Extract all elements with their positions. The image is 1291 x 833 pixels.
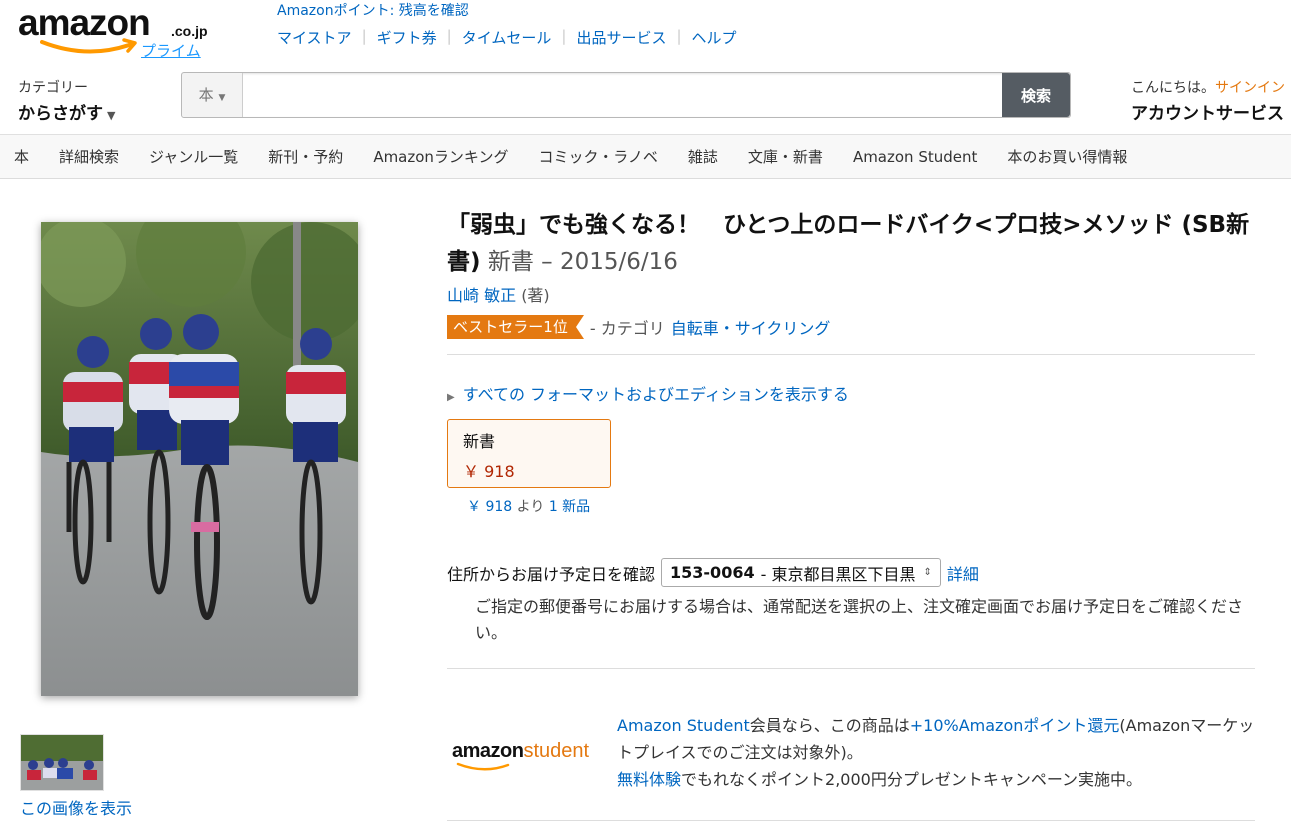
cyclists-photo: [41, 222, 358, 696]
section-divider: [447, 820, 1255, 821]
author-role: (著): [521, 286, 550, 305]
nav-link-my-store[interactable]: マイストア: [277, 27, 352, 48]
subnav-item-amazon-student[interactable]: Amazon Student: [853, 148, 977, 166]
postal-code-select[interactable]: 153-0064 - 東京都目黒区下目黒 ⇕: [661, 558, 941, 587]
triangle-right-icon: ▶: [447, 392, 455, 403]
student-logo-amazon: amazon: [452, 740, 524, 762]
subnav-item-deals[interactable]: 本のお買い得情報: [1007, 146, 1127, 167]
bestseller-category-link[interactable]: 自転車・サイクリング: [671, 315, 831, 339]
category-subnav: 本 詳細検索 ジャンル一覧 新刊・予約 Amazonランキング コミック・ラノベ…: [0, 134, 1291, 179]
subnav-item-paperbacks[interactable]: 文庫・新書: [748, 146, 823, 167]
search-button[interactable]: 検索: [1002, 73, 1070, 117]
header-nav: マイストア | ギフト券 | タイムセール | 出品サービス | ヘルプ: [277, 27, 737, 48]
category-value-text: からさがす: [18, 104, 103, 124]
subnav-item-advanced-search[interactable]: 詳細検索: [59, 146, 119, 167]
delivery-label: 住所からお届け予定日を確認: [447, 564, 656, 584]
format-option-selected[interactable]: 新書 ￥ 918: [447, 419, 611, 488]
prime-link[interactable]: プライム: [141, 40, 201, 61]
nav-link-seller-services[interactable]: 出品サービス: [576, 27, 666, 48]
greeting: こんにちは。サインイン: [1131, 77, 1285, 97]
category-prefix: - カテゴリ: [589, 319, 665, 338]
amazon-student-promo: Amazon Student会員なら、この商品は+10%Amazonポイント還元…: [617, 712, 1265, 793]
search-scope-label: 本: [198, 86, 214, 104]
author-link[interactable]: 山崎 敏正: [447, 286, 516, 305]
free-trial-link[interactable]: 無料体験: [617, 770, 681, 789]
format-option-name: 新書: [463, 432, 496, 451]
account-menu[interactable]: こんにちは。サインイン アカウントサービス: [1131, 77, 1285, 124]
product-title: 「弱虫」でも強くなる！ ひとつ上のロードバイク<プロ技>メソッド (SB新書) …: [447, 207, 1257, 281]
nav-divider: |: [676, 27, 682, 45]
postal-code: 153-0064: [670, 563, 755, 582]
section-divider: [447, 354, 1255, 355]
caret-down-icon: ▼: [218, 93, 226, 103]
points-return-link[interactable]: +10%Amazonポイント還元: [910, 716, 1120, 735]
book-cover-image[interactable]: [41, 222, 358, 696]
format-option-price: ￥ 918: [463, 462, 515, 481]
thumbnail-image[interactable]: [20, 734, 104, 791]
nav-link-time-sale[interactable]: タイムセール: [462, 27, 552, 48]
campaign-text: でもれなくポイント2,000円分プレゼントキャンペーン実施中。: [681, 770, 1143, 789]
bestseller-row: ベストセラー1位 - カテゴリ 自転車・サイクリング: [447, 315, 830, 339]
section-divider: [447, 668, 1255, 669]
all-formats-link[interactable]: ▶ すべての フォーマットおよびエディションを表示する: [447, 381, 849, 405]
delivery-detail-link[interactable]: 詳細: [947, 561, 979, 585]
amazon-logo[interactable]: amazon .co.jp プライム: [18, 2, 218, 62]
delivery-note: ご指定の郵便番号にお届けする場合は、通常配送を選択の上、注文確定画面でお届け予定…: [475, 597, 1244, 642]
promo-text: 会員なら、この商品は: [749, 716, 910, 735]
greeting-text: こんにちは。: [1131, 80, 1215, 96]
nav-divider: |: [446, 27, 452, 45]
nav-link-help[interactable]: ヘルプ: [692, 27, 737, 48]
subnav-item-new-releases[interactable]: 新刊・予約: [268, 146, 343, 167]
publication-date: – 2015/6/16: [541, 249, 678, 275]
amazon-student-link[interactable]: Amazon Student: [617, 716, 750, 735]
product-format: 新書: [487, 249, 534, 275]
site-header: amazon .co.jp プライム Amazonポイント: 残高を確認 マイス…: [0, 0, 1291, 180]
postal-address: - 東京都目黒区下目黒: [760, 564, 916, 584]
student-logo-student: student: [523, 740, 590, 762]
subnav-item-books[interactable]: 本: [14, 146, 29, 167]
new-offers-count-link[interactable]: 1 新品: [549, 499, 590, 515]
nav-divider: |: [361, 27, 367, 45]
subnav-item-genres[interactable]: ジャンル一覧: [149, 146, 238, 167]
category-menu[interactable]: カテゴリー からさがす ▼: [18, 77, 115, 124]
search-bar: 本 ▼ 検索: [181, 72, 1071, 118]
points-balance-link[interactable]: Amazonポイント: 残高を確認: [277, 0, 469, 20]
account-services-link[interactable]: アカウントサービス: [1131, 99, 1285, 124]
delivery-estimate-row: 住所からお届け予定日を確認 153-0064 - 東京都目黒区下目黒 ⇕ 詳細: [447, 558, 979, 587]
nav-divider: |: [561, 27, 567, 45]
signin-link[interactable]: サインイン: [1215, 80, 1285, 96]
logo-domain: .co.jp: [171, 23, 208, 39]
category-value[interactable]: からさがす ▼: [18, 99, 115, 124]
nav-link-gift-cards[interactable]: ギフト券: [377, 27, 437, 48]
caret-down-icon: ▼: [107, 109, 116, 122]
amazon-student-logo: amazonstudent: [452, 740, 590, 771]
subnav-item-comics[interactable]: コミック・ラノベ: [539, 146, 658, 167]
view-image-link[interactable]: この画像を表示: [20, 795, 132, 819]
bestseller-badge: ベストセラー1位: [447, 315, 584, 339]
select-arrows-icon: ⇕: [923, 567, 932, 578]
new-offers-from: より: [516, 499, 545, 515]
cyclists-thumbnail: [21, 735, 103, 790]
new-offers-line: ￥ 918 より 1 新品: [467, 496, 590, 516]
category-label: カテゴリー: [18, 80, 88, 96]
subnav-item-ranking[interactable]: Amazonランキング: [373, 146, 508, 167]
new-offers-price[interactable]: ￥ 918: [467, 499, 512, 515]
author-line: 山崎 敏正 (著): [447, 282, 550, 306]
search-scope-dropdown[interactable]: 本 ▼: [182, 73, 243, 117]
subnav-item-magazines[interactable]: 雑誌: [688, 146, 718, 167]
search-input[interactable]: [243, 73, 1003, 117]
smile-arrow-icon: [456, 762, 510, 771]
all-formats-text: すべての フォーマットおよびエディションを表示する: [462, 385, 849, 404]
smile-arrow-icon: [40, 38, 137, 54]
